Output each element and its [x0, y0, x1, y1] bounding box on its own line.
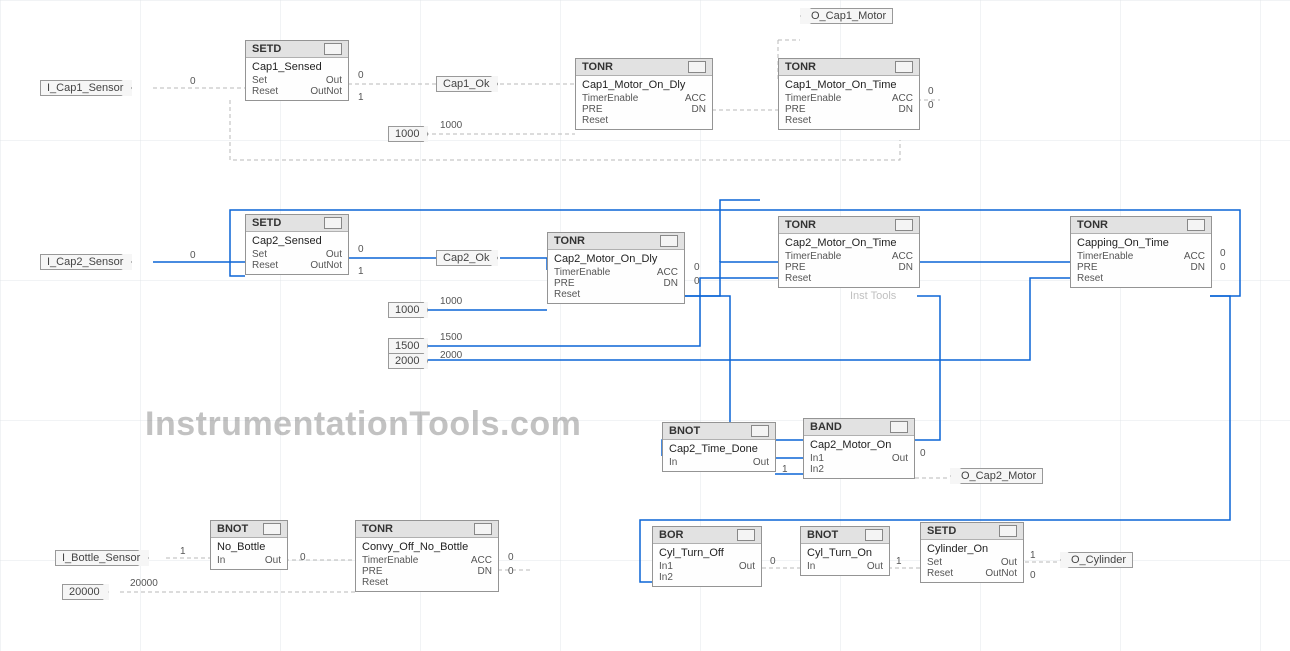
block-type-band: BAND	[810, 421, 842, 433]
iref-i-cap2-sensor: I_Cap2_Sensor	[40, 254, 132, 270]
block-tonr-capping-on-time[interactable]: TONR Capping_On_Time TimerEnableACC PRED…	[1070, 216, 1212, 288]
block-setd-cylinder-on[interactable]: SETD Cylinder_On SetOut ResetOutNot	[920, 522, 1024, 583]
block-menu-icon[interactable]	[324, 217, 342, 229]
oref-o-cap2-motor: O_Cap2_Motor	[950, 468, 1043, 484]
value-cap2-setd-outnot: 1	[358, 266, 364, 277]
block-type-tonr: TONR	[1077, 219, 1108, 231]
block-menu-icon[interactable]	[895, 219, 913, 231]
block-menu-icon[interactable]	[865, 529, 883, 541]
block-tag: Capping_On_Time	[1077, 237, 1205, 249]
block-tag: Cylinder_On	[927, 543, 1017, 555]
value-tonr-cap1-time-dn: 0	[928, 100, 934, 111]
block-band-cap2-motor-on[interactable]: BAND Cap2_Motor_On In1Out In2	[803, 418, 915, 479]
iref-cap2-ok: Cap2_Ok	[436, 250, 498, 266]
value-bnot-no-bottle-out: 0	[300, 552, 306, 563]
block-menu-icon[interactable]	[263, 523, 281, 535]
block-type-bnot: BNOT	[807, 529, 838, 541]
value-capping-acc: 0	[1220, 248, 1226, 259]
value-bottle-sensor-in: 1	[180, 546, 186, 557]
value-cap1-sensor-in: 0	[190, 76, 196, 87]
iref-i-cap1-sensor: I_Cap1_Sensor	[40, 80, 132, 96]
value-cap2-sensor-in: 0	[190, 250, 196, 261]
value-setd-cyl-out: 1	[1030, 550, 1036, 561]
value-const-1500-out: 1500	[440, 332, 462, 343]
value-tonr-cap2-dly-acc: 0	[694, 262, 700, 273]
block-type-bnot: BNOT	[217, 523, 248, 535]
block-tonr-cap1-motor-on-dly[interactable]: TONR Cap1_Motor_On_Dly TimerEnableACC PR…	[575, 58, 713, 130]
block-type-tonr: TONR	[582, 61, 613, 73]
iref-const-1000-a: 1000	[388, 126, 428, 142]
block-tag: No_Bottle	[217, 541, 281, 553]
value-cap1-setd-out: 0	[358, 70, 364, 81]
block-menu-icon[interactable]	[895, 61, 913, 73]
iref-const-2000: 2000	[388, 353, 428, 369]
block-bor-cyl-turn-off[interactable]: BOR Cyl_Turn_Off In1Out In2	[652, 526, 762, 587]
block-tonr-cap1-motor-on-time[interactable]: TONR Cap1_Motor_On_Time TimerEnableACC P…	[778, 58, 920, 130]
block-menu-icon[interactable]	[999, 525, 1017, 537]
block-menu-icon[interactable]	[1187, 219, 1205, 231]
oref-o-cap1-motor: O_Cap1_Motor	[800, 8, 893, 24]
block-menu-icon[interactable]	[737, 529, 755, 541]
block-tag: Cap2_Motor_On_Dly	[554, 253, 678, 265]
block-tag: Convy_Off_No_Bottle	[362, 541, 492, 553]
block-menu-icon[interactable]	[324, 43, 342, 55]
fbd-canvas: InstrumentationTools.com	[0, 0, 1290, 651]
value-setd-cyl-outnot: 0	[1030, 570, 1036, 581]
block-tonr-convy-off-no-bottle[interactable]: TONR Convy_Off_No_Bottle TimerEnableACC …	[355, 520, 499, 592]
value-bnot-cap2-time-out: 1	[782, 464, 788, 475]
block-bnot-no-bottle[interactable]: BNOT No_Bottle InOut	[210, 520, 288, 570]
oref-o-cylinder: O_Cylinder	[1060, 552, 1133, 568]
value-const-20000-out: 20000	[130, 578, 158, 589]
block-type-tonr: TONR	[362, 523, 393, 535]
value-bor-cyl-out: 0	[770, 556, 776, 567]
value-band-out: 0	[920, 448, 926, 459]
block-tag: Cap2_Motor_On	[810, 439, 908, 451]
block-tag: Cap2_Motor_On_Time	[785, 237, 913, 249]
block-menu-icon[interactable]	[688, 61, 706, 73]
value-bnot-cyl-on-out: 1	[896, 556, 902, 567]
block-type-setd: SETD	[252, 43, 281, 55]
block-tag: Cap1_Motor_On_Dly	[582, 79, 706, 91]
block-menu-icon[interactable]	[890, 421, 908, 433]
block-type-setd: SETD	[927, 525, 956, 537]
value-convy-acc: 0	[508, 552, 514, 563]
block-menu-icon[interactable]	[660, 235, 678, 247]
value-const-1000-b-out: 1000	[440, 296, 462, 307]
block-bnot-cap2-time-done[interactable]: BNOT Cap2_Time_Done InOut	[662, 422, 776, 472]
iref-const-1000-b: 1000	[388, 302, 428, 318]
watermark-inst-tools: Inst Tools	[850, 290, 896, 302]
value-capping-dn: 0	[1220, 262, 1226, 273]
block-type-tonr: TONR	[554, 235, 585, 247]
value-convy-dn: 0	[508, 566, 514, 577]
iref-const-20000: 20000	[62, 584, 109, 600]
iref-const-1500: 1500	[388, 338, 428, 354]
iref-i-bottle-sensor: I_Bottle_Sensor	[55, 550, 149, 566]
block-tag: Cyl_Turn_On	[807, 547, 883, 559]
block-type-tonr: TONR	[785, 61, 816, 73]
block-setd-cap2-sensed[interactable]: SETD Cap2_Sensed SetOut ResetOutNot	[245, 214, 349, 275]
block-menu-icon[interactable]	[751, 425, 769, 437]
value-tonr-cap2-dly-dn: 0	[694, 276, 700, 287]
block-type-setd: SETD	[252, 217, 281, 229]
block-bnot-cyl-turn-on[interactable]: BNOT Cyl_Turn_On InOut	[800, 526, 890, 576]
block-tonr-cap2-motor-on-time[interactable]: TONR Cap2_Motor_On_Time TimerEnableACC P…	[778, 216, 920, 288]
block-type-bor: BOR	[659, 529, 683, 541]
iref-cap1-ok: Cap1_Ok	[436, 76, 498, 92]
value-const-2000-out: 2000	[440, 350, 462, 361]
value-const-1000-a-out: 1000	[440, 120, 462, 131]
block-tag: Cap2_Time_Done	[669, 443, 769, 455]
block-tonr-cap2-motor-on-dly[interactable]: TONR Cap2_Motor_On_Dly TimerEnableACC PR…	[547, 232, 685, 304]
block-tag: Cap1_Motor_On_Time	[785, 79, 913, 91]
value-cap1-setd-outnot: 1	[358, 92, 364, 103]
block-menu-icon[interactable]	[474, 523, 492, 535]
block-tag: Cap2_Sensed	[252, 235, 342, 247]
block-tag: Cap1_Sensed	[252, 61, 342, 73]
block-tag: Cyl_Turn_Off	[659, 547, 755, 559]
block-type-tonr: TONR	[785, 219, 816, 231]
value-cap2-setd-out: 0	[358, 244, 364, 255]
block-type-bnot: BNOT	[669, 425, 700, 437]
value-tonr-cap1-time-acc: 0	[928, 86, 934, 97]
block-setd-cap1-sensed[interactable]: SETD Cap1_Sensed SetOut ResetOutNot	[245, 40, 349, 101]
